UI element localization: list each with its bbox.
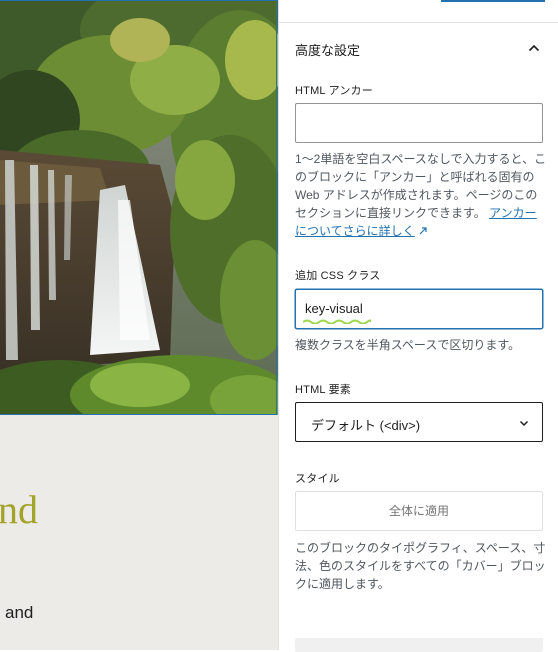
editor-canvas: nd and [0,0,278,650]
block-settings-sidebar: 高度な設定 HTML アンカー 1〜2単語を空白スペースなしで入力すると、このブ… [278,0,558,652]
advanced-panel-toggle[interactable]: 高度な設定 [279,23,558,73]
cover-block-image[interactable] [0,0,278,415]
css-class-input[interactable]: key-visual [295,289,543,329]
css-class-label: 追加 CSS クラス [295,270,381,282]
style-label: スタイル [295,473,340,485]
canvas-paragraph-fragment[interactable]: and [5,604,33,621]
external-link-icon [419,227,427,235]
waterfall-image [0,0,278,415]
spellcheck-underline [303,319,371,324]
html-anchor-help: 1〜2単語を空白スペースなしで入力すると、このブロックに「アンカー」と呼ばれる固… [295,150,547,240]
chevron-up-icon [528,44,540,52]
css-class-help: 複数クラスを半角スペースで区切ります。 [295,338,521,352]
html-element-selected-value: デフォルト (<div>) [311,418,421,433]
html-element-label: HTML 要素 [295,384,351,396]
html-element-select[interactable]: デフォルト (<div>) [295,402,543,442]
html-anchor-label: HTML アンカー [295,85,373,97]
css-class-value: key-visual [305,301,363,316]
active-button-edge[interactable] [441,0,545,2]
sidebar-top-strip [279,0,558,23]
apply-globally-button[interactable]: 全体に適用 [295,491,543,531]
canvas-heading-fragment[interactable]: nd [0,490,38,530]
style-help: このブロックのタイポグラフィ、スペース、寸法、色のスタイルをすべての「カバー」ブ… [295,541,546,591]
html-anchor-input[interactable] [295,103,543,143]
chevron-down-icon [519,420,529,427]
panel-title: 高度な設定 [295,43,361,58]
